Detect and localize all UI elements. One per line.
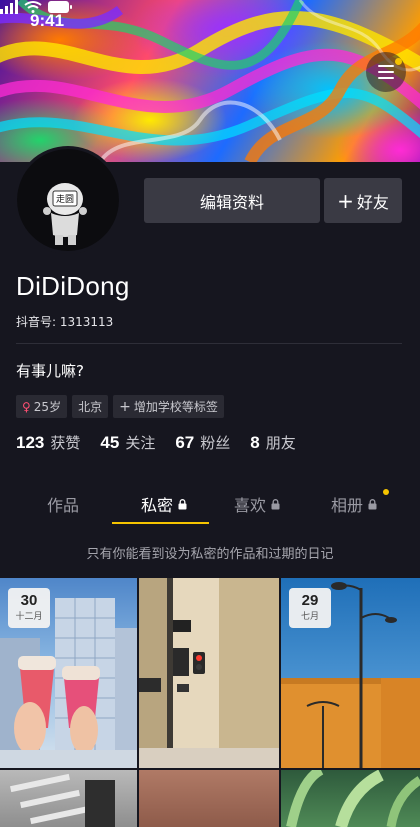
stat-followers[interactable]: 67 粉丝 bbox=[175, 432, 230, 453]
battery-icon bbox=[48, 1, 72, 13]
add-school-tag[interactable]: + 增加学校等标签 bbox=[113, 395, 224, 418]
status-icons bbox=[0, 0, 72, 14]
date-month: 十二月 bbox=[15, 612, 43, 622]
tab-label: 作品 bbox=[47, 496, 80, 515]
post-thumbnail-image bbox=[10, 773, 115, 827]
douyin-id[interactable]: 抖音号: 1313113 bbox=[16, 313, 113, 330]
date-day: 29 bbox=[301, 592, 319, 609]
city-label: 北京 bbox=[78, 400, 103, 414]
add-friend-label: 好友 bbox=[356, 192, 389, 212]
grid-item-6[interactable] bbox=[281, 770, 420, 827]
tab-label: 私密 bbox=[141, 496, 174, 515]
tab-private[interactable]: 私密 bbox=[141, 492, 187, 516]
plus-icon: + bbox=[337, 188, 354, 213]
album-notification-dot bbox=[383, 489, 389, 495]
stat-value: 67 bbox=[175, 433, 195, 452]
stat-value: 45 bbox=[100, 433, 120, 452]
private-note: 只有你能看到设为私密的作品和过期的日记 bbox=[86, 547, 334, 562]
female-icon: ♀ bbox=[22, 399, 31, 414]
add-school-label: 增加学校等标签 bbox=[133, 400, 218, 414]
divider bbox=[16, 343, 402, 344]
signal-icon bbox=[0, 0, 18, 14]
date-day: 30 bbox=[20, 592, 38, 609]
stat-label: 获赞 bbox=[50, 434, 81, 452]
age-label: 25岁 bbox=[33, 400, 62, 414]
menu-button[interactable] bbox=[366, 52, 406, 92]
tab-label: 喜欢 bbox=[234, 496, 267, 515]
menu-icon bbox=[378, 65, 394, 67]
profile-cover-image[interactable]: 9:41 bbox=[0, 0, 420, 162]
stat-label: 粉丝 bbox=[200, 434, 231, 452]
stat-value: 123 bbox=[16, 433, 45, 452]
menu-icon-line bbox=[378, 77, 394, 79]
astronaut-avatar-art: 走圆 bbox=[43, 183, 87, 245]
post-thumbnail-image bbox=[286, 770, 420, 827]
age-tag[interactable]: ♀ 25岁 bbox=[16, 395, 68, 418]
avatar-sign-text: 走圆 bbox=[56, 194, 74, 205]
tab-works[interactable]: 作品 bbox=[47, 492, 79, 516]
plus-icon: + bbox=[119, 398, 131, 415]
avatar[interactable]: 走圆 bbox=[14, 146, 122, 254]
grid-item-2[interactable] bbox=[139, 578, 279, 768]
grid-item-5[interactable] bbox=[139, 770, 279, 827]
notification-dot bbox=[395, 58, 402, 65]
status-bar: 9:41 bbox=[0, 0, 420, 44]
stat-friends[interactable]: 8 朋友 bbox=[250, 432, 295, 453]
menu-icon-line bbox=[378, 71, 394, 73]
tab-label: 相册 bbox=[331, 496, 364, 515]
lock-icon bbox=[178, 498, 187, 509]
lock-icon bbox=[368, 498, 377, 509]
edit-profile-button[interactable]: 编辑资料 bbox=[144, 178, 320, 223]
active-tab-indicator bbox=[112, 522, 209, 524]
stat-label: 朋友 bbox=[265, 434, 296, 452]
avatar-image: 走圆 bbox=[17, 149, 119, 251]
date-badge: 29 七月 bbox=[289, 588, 331, 628]
lock-icon bbox=[271, 498, 280, 509]
grid-item-1[interactable]: 30 十二月 bbox=[0, 578, 137, 768]
profile-tags: ♀ 25岁 北京 + 增加学校等标签 bbox=[16, 395, 224, 418]
post-thumbnail-image bbox=[139, 578, 279, 768]
content-tabs: 作品 私密 喜欢 相册 bbox=[0, 480, 420, 526]
wifi-icon bbox=[24, 1, 42, 13]
tab-likes[interactable]: 喜欢 bbox=[234, 492, 280, 516]
stat-label: 关注 bbox=[125, 434, 156, 452]
edit-profile-label: 编辑资料 bbox=[199, 192, 264, 212]
grid-item-3[interactable]: 29 七月 bbox=[281, 578, 420, 768]
tab-album[interactable]: 相册 bbox=[331, 492, 377, 516]
stat-value: 8 bbox=[250, 433, 260, 452]
date-badge: 30 十二月 bbox=[8, 588, 50, 628]
profile-stats: 123 获赞 45 关注 67 粉丝 8 朋友 bbox=[16, 432, 296, 453]
profile-name: DiDiDong bbox=[16, 271, 130, 301]
profile-bio[interactable]: 有事儿嘛? bbox=[16, 360, 84, 381]
stat-following[interactable]: 45 关注 bbox=[100, 432, 155, 453]
stat-likes[interactable]: 123 获赞 bbox=[16, 432, 80, 453]
status-time: 9:41 bbox=[30, 11, 65, 30]
add-friend-button[interactable]: + 好友 bbox=[324, 178, 402, 223]
grid-item-4[interactable] bbox=[0, 770, 137, 827]
date-month: 七月 bbox=[300, 612, 319, 622]
city-tag[interactable]: 北京 bbox=[72, 395, 109, 418]
